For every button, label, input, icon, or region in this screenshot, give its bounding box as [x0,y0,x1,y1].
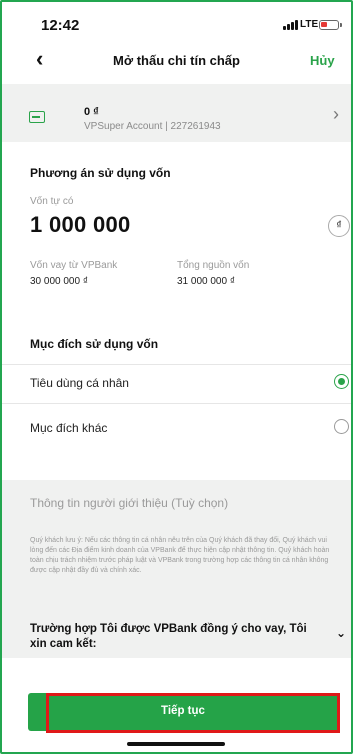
section-title-purpose: Mục đích sử dụng vốn [30,337,159,351]
continue-button[interactable]: Tiếp tục [28,693,338,731]
loan-label: Vốn vay từ VPBank [30,260,118,271]
own-capital-label: Vốn tự có [30,196,74,207]
radio-personal[interactable] [334,374,349,389]
disclaimer-note: Quý khách lưu ý: Nếu các thông tin cá nh… [30,537,330,574]
nav-bar: ‹ Mở thấu chi tín chấp Hủy [0,44,353,80]
account-subtitle: VPSuper Account | 227261943 [84,121,221,132]
option-other-label[interactable]: Mục đích khác [30,421,107,435]
section-title-capital-plan: Phương án sử dụng vốn [30,166,171,180]
option-personal-label[interactable]: Tiêu dùng cá nhân [30,376,129,390]
account-balance: 0 ₫ [84,106,99,118]
page-title: Mở thấu chi tín chấp [113,53,240,68]
loan-value: 30 000 000 ₫ [30,276,88,287]
signal-icon [283,19,298,30]
account-selector[interactable]: 0 ₫ VPSuper Account | 227261943 › [0,84,353,142]
chevron-right-icon: › [333,104,339,124]
card-icon [29,111,45,123]
battery-icon [319,20,342,30]
chevron-down-icon[interactable]: ⌄ [336,626,346,640]
capital-plan-section: Phương án sử dụng vốn Vốn tự có 1 000 00… [0,154,353,296]
cancel-button[interactable]: Hủy [310,53,335,68]
status-bar: 12:42 LTE [0,0,353,40]
total-label: Tổng nguồn vốn [177,260,250,271]
referral-input[interactable]: Thông tin người giới thiệu (Tuỳ chọn) [30,496,228,510]
continue-button-label: Tiếp tục [161,705,205,717]
home-indicator [127,742,225,746]
status-time: 12:42 [41,17,80,34]
divider [0,403,353,404]
commitment-header[interactable]: Trường hợp Tôi được VPBank đồng ý cho va… [30,622,310,652]
purpose-section: Mục đích sử dụng vốn Tiêu dùng cá nhân M… [0,306,353,474]
divider [0,364,353,365]
radio-other[interactable] [334,419,349,434]
network-label: LTE [300,19,319,30]
referral-section: Thông tin người giới thiệu (Tuỳ chọn) Qu… [0,480,353,658]
total-value: 31 000 000 ₫ [177,276,235,287]
currency-icon: ₫ [328,215,350,237]
own-capital-input[interactable]: 1 000 000 [30,212,131,238]
